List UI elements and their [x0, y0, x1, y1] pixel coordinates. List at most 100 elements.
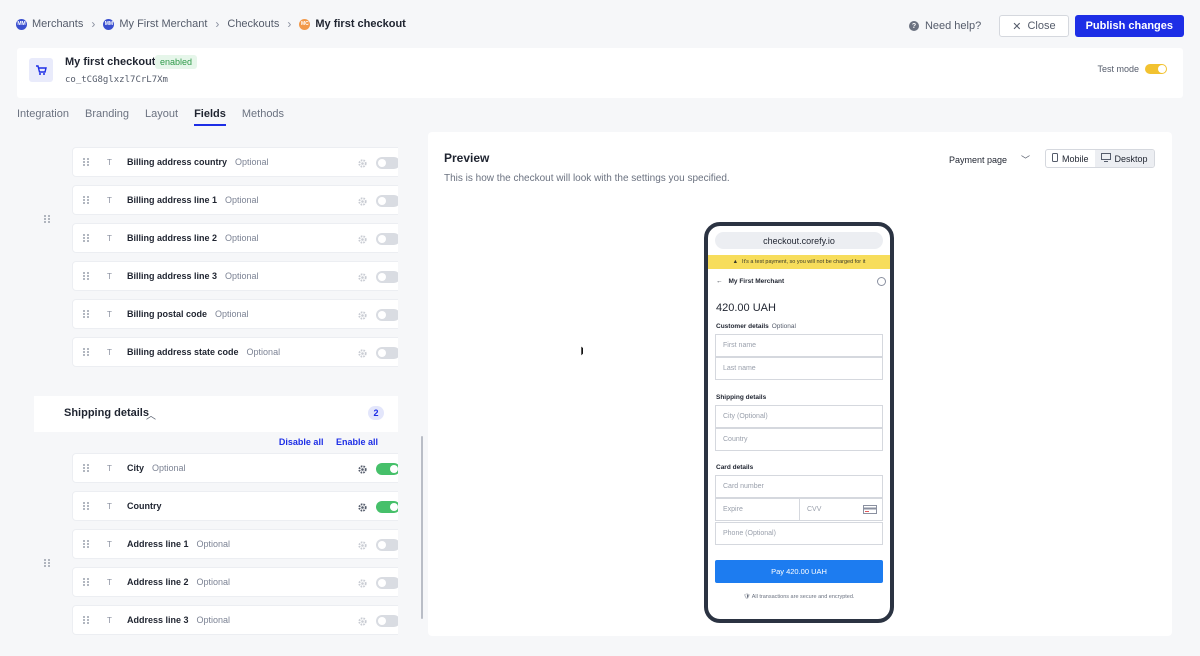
drag-handle-icon[interactable]	[83, 540, 89, 548]
close-button[interactable]: ✕ Close	[999, 15, 1069, 37]
enable-all-link[interactable]: Enable all	[336, 437, 378, 447]
field-toggle[interactable]	[376, 539, 398, 551]
field-toggle[interactable]	[376, 463, 398, 475]
drag-handle-icon[interactable]	[83, 196, 89, 204]
preview-panel: Preview This is how the checkout will lo…	[428, 132, 1172, 636]
close-icon: ✕	[1012, 20, 1022, 33]
drag-handle-icon[interactable]	[83, 348, 89, 356]
gear-icon[interactable]	[357, 270, 368, 288]
tab-fields[interactable]: Fields	[194, 108, 226, 126]
text-type-icon: T	[107, 234, 112, 243]
field-toggle[interactable]	[376, 271, 398, 283]
field-row[interactable]: T Address line 1 Optional	[72, 529, 398, 559]
gear-icon[interactable]	[357, 232, 368, 250]
test-banner: ▲ It's a test payment, so you will not b…	[708, 255, 890, 269]
back-arrow-icon[interactable]: ←	[716, 278, 723, 285]
test-mode-label: Test mode	[1097, 64, 1139, 74]
field-toggle[interactable]	[376, 577, 398, 589]
mobile-icon	[1052, 153, 1058, 164]
tab-methods[interactable]: Methods	[242, 108, 284, 126]
text-type-icon: T	[107, 578, 112, 587]
globe-icon[interactable]	[877, 277, 886, 286]
merchant-name: My First Merchant	[728, 278, 785, 285]
gear-icon[interactable]	[357, 156, 368, 174]
phone-input[interactable]: Phone (Optional)	[715, 522, 883, 545]
gear-icon[interactable]	[357, 538, 368, 556]
field-toggle[interactable]	[376, 233, 398, 245]
drag-handle-icon[interactable]	[83, 616, 89, 624]
cart-icon	[29, 58, 53, 82]
gear-icon[interactable]	[357, 194, 368, 212]
tab-layout[interactable]: Layout	[145, 108, 178, 126]
field-row[interactable]: T Country	[72, 491, 398, 521]
drag-handle-icon[interactable]	[83, 234, 89, 242]
drag-handle-icon[interactable]	[83, 502, 89, 510]
field-row[interactable]: T Billing address line 1 Optional	[72, 185, 398, 215]
gear-icon[interactable]	[357, 462, 368, 480]
help-link[interactable]: ? Need help?	[908, 20, 981, 32]
desktop-button[interactable]: Desktop	[1094, 150, 1154, 167]
breadcrumb-checkouts[interactable]: Checkouts	[227, 18, 279, 30]
field-row[interactable]: T Billing address country Optional	[72, 147, 398, 177]
field-row[interactable]: T Billing postal code Optional	[72, 299, 398, 329]
scrollbar[interactable]	[421, 436, 423, 619]
field-name: City Optional	[127, 463, 186, 473]
gear-icon[interactable]	[357, 576, 368, 594]
cvv-input[interactable]: CVV	[799, 498, 883, 521]
field-row[interactable]: T Billing address line 2 Optional	[72, 223, 398, 253]
breadcrumb-merchant[interactable]: MM My First Merchant	[103, 18, 207, 30]
field-row[interactable]: T Address line 2 Optional	[72, 567, 398, 597]
field-toggle[interactable]	[376, 501, 398, 513]
desktop-label: Desktop	[1114, 153, 1148, 164]
disable-all-link[interactable]: Disable all	[279, 437, 324, 447]
field-name: Billing address line 1 Optional	[127, 195, 259, 205]
breadcrumb-merchants[interactable]: MM Merchants	[16, 18, 83, 30]
drag-handle-icon[interactable]	[44, 559, 50, 567]
drag-handle-icon[interactable]	[83, 578, 89, 586]
drag-handle-icon[interactable]	[83, 272, 89, 280]
tab-branding[interactable]: Branding	[85, 108, 129, 126]
field-toggle[interactable]	[376, 157, 398, 169]
field-toggle[interactable]	[376, 309, 398, 321]
text-type-icon: T	[107, 502, 112, 511]
first-name-input[interactable]: First name	[715, 334, 883, 357]
gear-icon[interactable]	[357, 346, 368, 364]
field-toggle[interactable]	[376, 615, 398, 627]
test-mode-toggle[interactable]	[1145, 64, 1167, 74]
gear-icon[interactable]	[357, 500, 368, 518]
pay-button[interactable]: Pay 420.00 UAH	[715, 560, 883, 583]
gear-icon[interactable]	[357, 308, 368, 326]
shipping-section-header[interactable]: Shipping details ︿ 2	[34, 396, 398, 432]
card-number-input[interactable]: Card number	[715, 475, 883, 498]
test-mode: Test mode	[1097, 64, 1167, 74]
last-name-input[interactable]: Last name	[715, 357, 883, 380]
breadcrumb-label: My first checkout	[315, 18, 406, 30]
field-row[interactable]: T Billing address line 3 Optional	[72, 261, 398, 291]
expire-input[interactable]: Expire	[715, 498, 800, 521]
drag-handle-icon[interactable]	[44, 215, 50, 223]
publish-changes-button[interactable]: Publish changes	[1074, 15, 1184, 37]
customer-label-text: Customer details	[716, 323, 769, 330]
page-select[interactable]: Payment page ﹀	[949, 153, 1030, 166]
mouse-cursor-icon	[581, 346, 583, 357]
tab-integration[interactable]: Integration	[17, 108, 69, 126]
merchant-avatar: MM	[103, 18, 115, 30]
chevron-up-icon[interactable]: ︿	[146, 407, 156, 422]
shipping-count-badge: 2	[368, 406, 384, 420]
field-row[interactable]: T City Optional	[72, 453, 398, 483]
fields-panel: T Billing address country Optional T Billing…	[34, 132, 398, 656]
field-row[interactable]: T Address line 3 Optional	[72, 605, 398, 635]
mobile-button[interactable]: Mobile	[1046, 150, 1095, 167]
field-row[interactable]: T Billing address state code Optional	[72, 337, 398, 367]
drag-handle-icon[interactable]	[83, 310, 89, 318]
field-name: Billing address state code Optional	[127, 347, 280, 357]
optional-tag: Optional	[196, 615, 231, 625]
gear-icon[interactable]	[357, 614, 368, 632]
field-toggle[interactable]	[376, 195, 398, 207]
text-type-icon: T	[107, 158, 112, 167]
field-toggle[interactable]	[376, 347, 398, 359]
city-input[interactable]: City (Optional)	[715, 405, 883, 428]
drag-handle-icon[interactable]	[83, 464, 89, 472]
country-input[interactable]: Country	[715, 428, 883, 451]
drag-handle-icon[interactable]	[83, 158, 89, 166]
